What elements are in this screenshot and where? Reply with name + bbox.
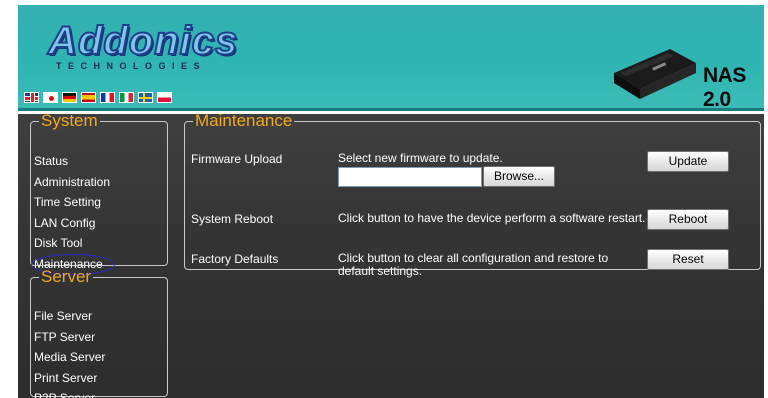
logo-brand-text: Addonics <box>47 18 239 64</box>
sidebar-item-administration[interactable]: Administration <box>34 172 110 193</box>
system-reboot-label: System Reboot <box>191 212 274 226</box>
japan-flag-icon[interactable] <box>43 92 58 103</box>
germany-flag-icon[interactable] <box>62 92 77 103</box>
sidebar-item-lan-config[interactable]: LAN Config <box>34 213 110 234</box>
maintenance-panel: Maintenance Firmware Upload Select new f… <box>184 111 761 278</box>
sidebar-item-ftp-server[interactable]: FTP Server <box>34 327 105 348</box>
server-menu: Server File Server FTP Server Media Serv… <box>30 267 168 398</box>
sidebar-item-time-setting[interactable]: Time Setting <box>34 192 110 213</box>
poland-flag-icon[interactable] <box>157 92 172 103</box>
language-flags <box>24 92 172 103</box>
firmware-upload-desc: Select new firmware to update. <box>338 151 503 165</box>
system-menu-title: System <box>41 111 98 130</box>
system-reboot-desc: Click button to have the device perform … <box>338 211 646 225</box>
browse-button[interactable]: Browse... <box>483 166 555 187</box>
server-menu-list: File Server FTP Server Media Server Prin… <box>34 306 105 398</box>
system-menu-list: Status Administration Time Setting LAN C… <box>31 151 115 275</box>
server-menu-title: Server <box>41 267 92 286</box>
product-title: NAS 2.0 <box>703 64 746 111</box>
italy-flag-icon[interactable] <box>119 92 134 103</box>
factory-defaults-label: Factory Defaults <box>191 252 279 266</box>
sidebar-item-status[interactable]: Status <box>34 151 110 172</box>
addonics-logo[interactable]: Addonics TECHNOLOGIES <box>47 18 238 79</box>
header-banner: Addonics TECHNOLOGIES NAS 2.0 <box>18 5 764 111</box>
sidebar-item-file-server[interactable]: File Server <box>34 306 105 327</box>
firmware-upload-label: Firmware Upload <box>191 152 283 166</box>
sidebar-item-p2p-server[interactable]: P2P Server <box>34 388 105 398</box>
system-menu: System Status Administration Time Settin… <box>30 111 168 275</box>
spain-flag-icon[interactable] <box>81 92 96 103</box>
sweden-flag-icon[interactable] <box>138 92 153 103</box>
uk-flag-icon[interactable] <box>24 92 39 103</box>
factory-defaults-desc: Click button to clear all configuration … <box>338 252 608 278</box>
main-panel: System Status Administration Time Settin… <box>18 111 764 398</box>
reset-button[interactable]: Reset <box>647 249 729 270</box>
sidebar-item-media-server[interactable]: Media Server <box>34 347 105 368</box>
logo-sub-text: TECHNOLOGIES <box>56 61 207 71</box>
sidebar-item-disk-tool[interactable]: Disk Tool <box>34 233 110 254</box>
reboot-button[interactable]: Reboot <box>647 209 729 230</box>
france-flag-icon[interactable] <box>100 92 115 103</box>
firmware-file-field[interactable] <box>338 167 482 187</box>
update-button[interactable]: Update <box>647 151 729 172</box>
nas-device-image <box>614 49 696 99</box>
maintenance-title: Maintenance <box>195 111 293 130</box>
factory-defaults-desc-line2: default settings. <box>338 264 423 278</box>
sidebar-item-print-server[interactable]: Print Server <box>34 368 105 389</box>
